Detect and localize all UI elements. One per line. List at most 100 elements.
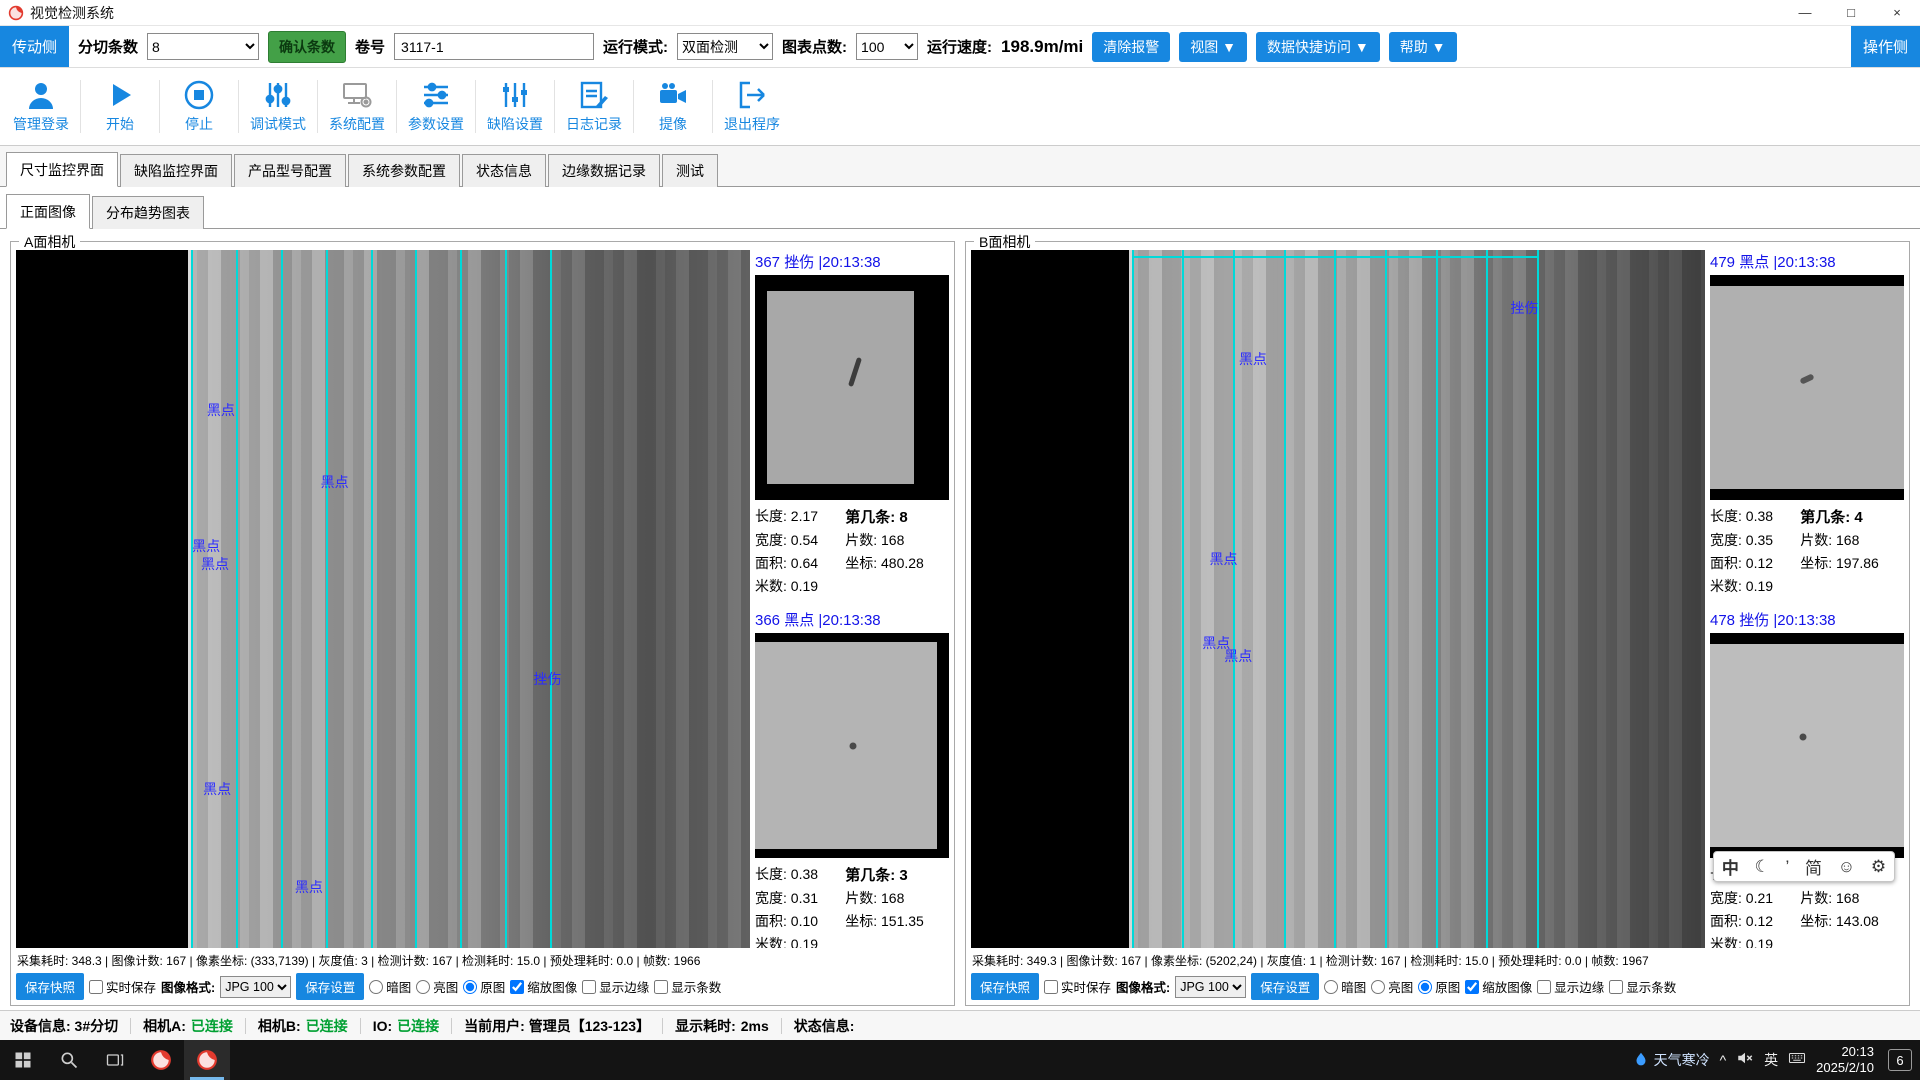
roll-number-input[interactable]: [394, 33, 594, 60]
volume-muted-icon[interactable]: [1736, 1049, 1754, 1072]
toolbar-button-1[interactable]: 开始: [83, 68, 157, 145]
taskbar-clock[interactable]: 20:13 2025/2/10: [1816, 1044, 1874, 1077]
realtime-save-input[interactable]: [1044, 980, 1058, 994]
tab-5[interactable]: 边缘数据记录: [548, 154, 660, 187]
zoom-image-checkbox[interactable]: 缩放图像: [510, 977, 577, 996]
show-edge-checkbox[interactable]: 显示边缘: [582, 977, 649, 996]
tab-3[interactable]: 系统参数配置: [348, 154, 460, 187]
toolbar-button-7[interactable]: 日志记录: [557, 68, 631, 145]
input-language-indicator[interactable]: 英: [1764, 1050, 1778, 1070]
defect-card[interactable]: 367 挫伤 |20:13:38长度: 2.17第几条: 8宽度: 0.54片数…: [755, 250, 949, 596]
show-count-checkbox[interactable]: 显示条数: [1609, 977, 1676, 996]
toolbar-button-9[interactable]: 退出程序: [715, 68, 789, 145]
task-view-button[interactable]: [92, 1040, 138, 1080]
tab-2[interactable]: 产品型号配置: [234, 154, 346, 187]
save-snapshot-button[interactable]: 保存快照: [16, 973, 84, 1000]
tab-4[interactable]: 状态信息: [462, 154, 546, 187]
toolbar-button-3[interactable]: 调试模式: [241, 68, 315, 145]
tab-0[interactable]: 尺寸监控界面: [6, 152, 118, 187]
dark-image-input[interactable]: [1324, 980, 1338, 994]
show-count-input[interactable]: [1609, 980, 1623, 994]
realtime-save-checkbox[interactable]: 实时保存: [1044, 977, 1111, 996]
dark-image-input[interactable]: [369, 980, 383, 994]
tab-1[interactable]: 缺陷监控界面: [120, 154, 232, 187]
defect-mark: [850, 742, 857, 749]
toolbar-button-2[interactable]: 停止: [162, 68, 236, 145]
ime-fullwidth-moon-icon[interactable]: ☾: [1755, 857, 1770, 877]
subtab-0[interactable]: 正面图像: [6, 194, 90, 229]
clear-alarm-button[interactable]: 清除报警: [1092, 32, 1170, 62]
close-button[interactable]: ×: [1874, 0, 1920, 25]
taskbar-app-icon[interactable]: [138, 1040, 184, 1080]
save-settings-button[interactable]: 保存设置: [1251, 973, 1319, 1000]
zoom-image-input[interactable]: [1465, 980, 1479, 994]
tab-6[interactable]: 测试: [662, 154, 718, 187]
ime-emoji-button[interactable]: ☺: [1838, 857, 1855, 877]
realtime-save-checkbox[interactable]: 实时保存: [89, 977, 156, 996]
save-snapshot-button[interactable]: 保存快照: [971, 973, 1039, 1000]
show-count-checkbox[interactable]: 显示条数: [654, 977, 721, 996]
camera-image-a[interactable]: 黑点黑点黑点黑点挫伤黑点黑点: [16, 250, 750, 948]
chart-points-select[interactable]: 100: [856, 33, 918, 60]
taskbar-app-icon-active[interactable]: [184, 1040, 230, 1080]
data-quick-access-button[interactable]: 数据快捷访问 ▼: [1256, 32, 1380, 62]
notification-center-badge[interactable]: 6: [1888, 1049, 1912, 1071]
ime-simplified-toggle[interactable]: 简: [1805, 854, 1822, 879]
original-image-input[interactable]: [463, 980, 477, 994]
save-settings-button[interactable]: 保存设置: [296, 973, 364, 1000]
stat-strip: 第几条: 8: [845, 506, 949, 527]
toolbar-button-4[interactable]: 系统配置: [320, 68, 394, 145]
confirm-count-button[interactable]: 确认条数: [268, 31, 346, 63]
run-mode-select[interactable]: 双面检测: [677, 33, 773, 60]
io-label: IO:: [373, 1018, 392, 1034]
realtime-save-input[interactable]: [89, 980, 103, 994]
defect-label: 挫伤: [1510, 298, 1538, 318]
display-time-value: 2ms: [741, 1018, 769, 1034]
toolbar-button-0[interactable]: 管理登录: [4, 68, 78, 145]
subtab-1[interactable]: 分布趋势图表: [92, 196, 204, 229]
view-menu-button[interactable]: 视图 ▼: [1179, 32, 1247, 62]
zoom-image-input[interactable]: [510, 980, 524, 994]
image-format-select[interactable]: JPG 100: [220, 976, 291, 998]
dark-image-radio[interactable]: 暗图: [369, 977, 411, 996]
original-image-input[interactable]: [1418, 980, 1432, 994]
ime-settings-gear-icon[interactable]: ⚙: [1871, 857, 1886, 877]
ime-mode-toggle[interactable]: 中: [1722, 854, 1739, 879]
toolbar-button-8[interactable]: 提像: [636, 68, 710, 145]
show-count-input[interactable]: [654, 980, 668, 994]
zoom-image-checkbox[interactable]: 缩放图像: [1465, 977, 1532, 996]
toolbar-button-6[interactable]: 缺陷设置: [478, 68, 552, 145]
defect-card[interactable]: 366 黑点 |20:13:38长度: 0.38第几条: 3宽度: 0.31片数…: [755, 608, 949, 948]
show-edge-checkbox[interactable]: 显示边缘: [1537, 977, 1604, 996]
ime-punctuation-toggle[interactable]: ’: [1786, 857, 1790, 877]
search-button[interactable]: [46, 1040, 92, 1080]
tray-expand-chevron[interactable]: ^: [1720, 1052, 1727, 1068]
image-format-select[interactable]: JPG 100: [1175, 976, 1246, 998]
cut-line: [1132, 250, 1134, 948]
original-image-radio[interactable]: 原图: [1418, 977, 1460, 996]
defect-card[interactable]: 478 挫伤 |20:13:38长度: 0.57第几条: 3宽度: 0.21片数…: [1710, 608, 1904, 948]
defect-card[interactable]: 479 黑点 |20:13:38长度: 0.38第几条: 4宽度: 0.35片数…: [1710, 250, 1904, 596]
minimize-button[interactable]: —: [1782, 0, 1828, 25]
bright-image-input[interactable]: [1371, 980, 1385, 994]
panel-camera-b: B面相机 挫伤黑点黑点黑点黑点 479 黑点 |20:13:38长度: 0.38…: [965, 241, 1910, 1006]
original-image-radio[interactable]: 原图: [463, 977, 505, 996]
maximize-button[interactable]: □: [1828, 0, 1874, 25]
toolbar-button-label: 系统配置: [329, 114, 385, 134]
bright-image-input[interactable]: [416, 980, 430, 994]
show-edge-input[interactable]: [582, 980, 596, 994]
operate-side-button[interactable]: 操作侧: [1851, 26, 1920, 67]
drive-side-button[interactable]: 传动侧: [0, 26, 69, 67]
toolbar-button-5[interactable]: 参数设置: [399, 68, 473, 145]
touch-keyboard-icon[interactable]: [1788, 1049, 1806, 1072]
start-button[interactable]: [0, 1040, 46, 1080]
show-edge-input[interactable]: [1537, 980, 1551, 994]
help-menu-button[interactable]: 帮助 ▼: [1389, 32, 1457, 62]
bright-image-radio[interactable]: 亮图: [1371, 977, 1413, 996]
bright-image-radio[interactable]: 亮图: [416, 977, 458, 996]
camera-image-b[interactable]: 挫伤黑点黑点黑点黑点: [971, 250, 1705, 948]
weather-widget[interactable]: 天气寒冷: [1632, 1050, 1710, 1070]
slit-count-select[interactable]: 8: [147, 33, 259, 60]
stat-pieces: 片数: 168: [845, 530, 949, 550]
dark-image-radio[interactable]: 暗图: [1324, 977, 1366, 996]
